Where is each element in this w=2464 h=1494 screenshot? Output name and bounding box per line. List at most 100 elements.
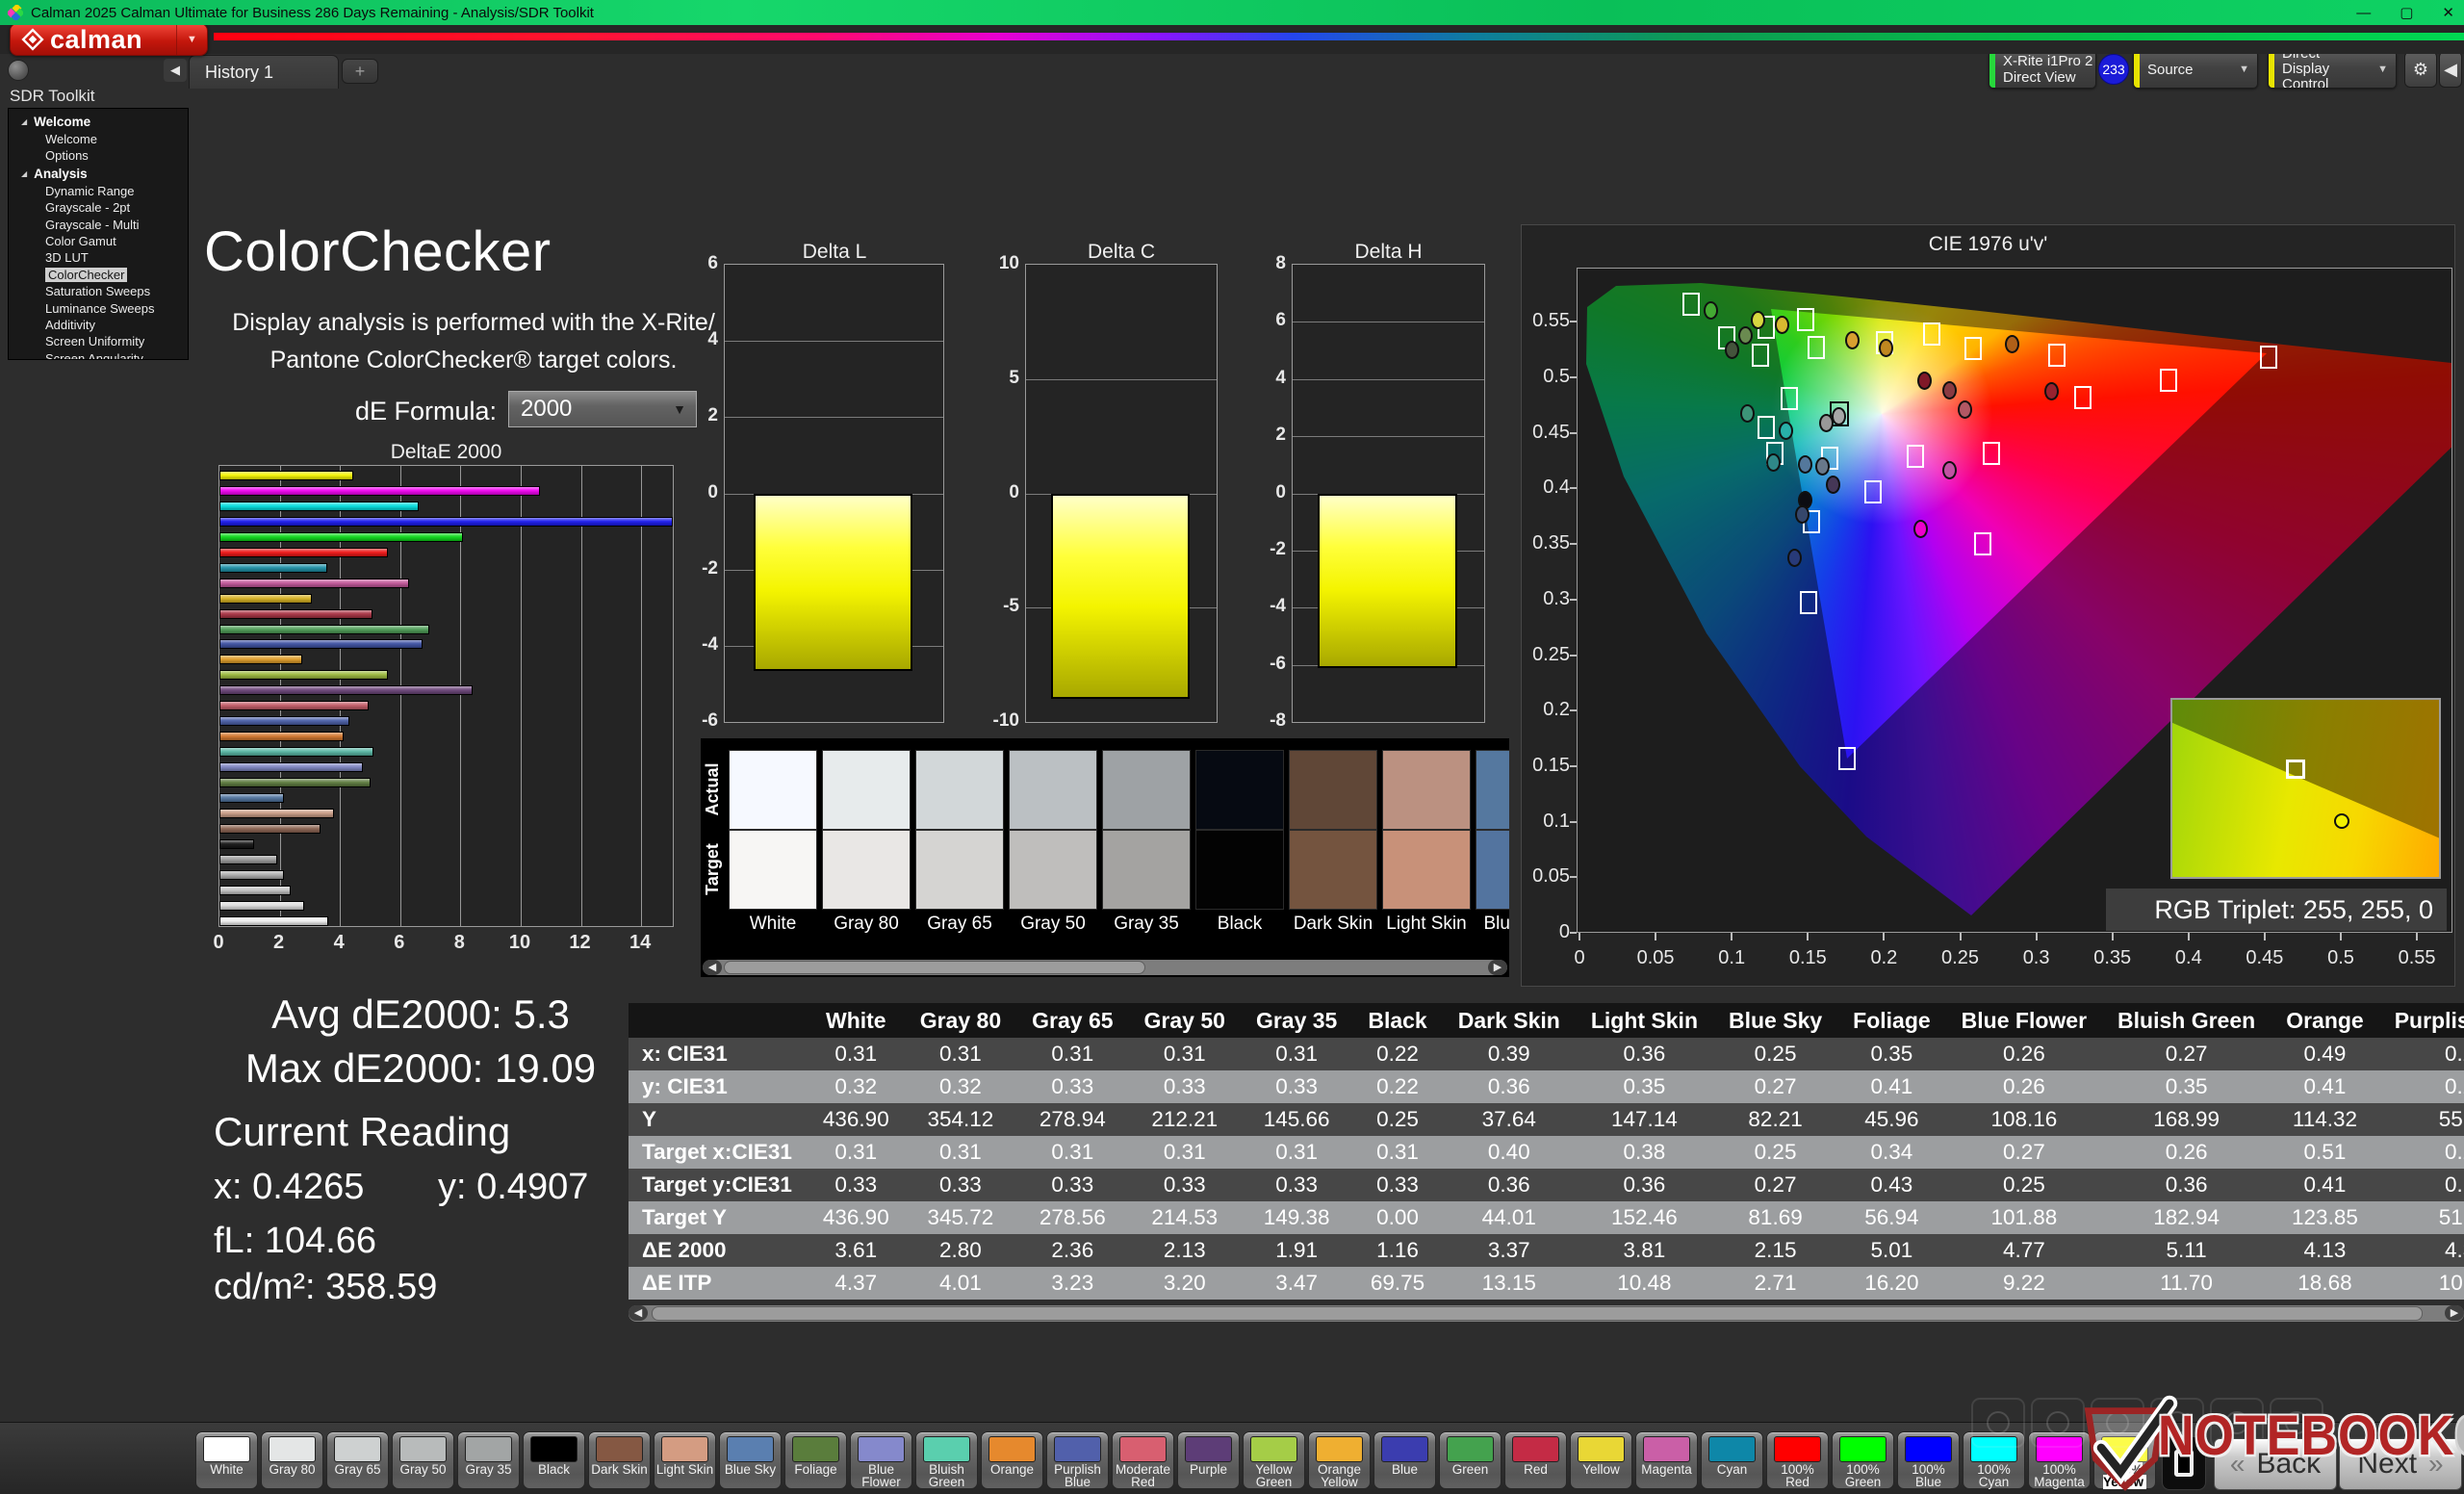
table-cell: 0.31	[939, 1140, 982, 1164]
sidebar-item-additivity[interactable]: Additivity	[9, 317, 188, 333]
scroll-right-icon[interactable]: ▶	[2445, 1305, 2464, 1321]
patch-yellow[interactable]: Yellow	[1570, 1431, 1632, 1489]
deltae-bar-light-skin	[219, 808, 335, 818]
sidebar-item-color-gamut[interactable]: Color Gamut	[9, 233, 188, 249]
display-control-dropdown[interactable]: Direct Display Control ▼	[2268, 50, 2397, 89]
current-y-value: y: 0.4907	[438, 1167, 589, 1207]
panel-collapse-icon[interactable]: ◀	[2439, 51, 2462, 88]
sidebar-item-dynamic-range[interactable]: Dynamic Range	[9, 183, 188, 199]
table-cell: 0.31	[1163, 1042, 1206, 1066]
patch-label: Foliage	[794, 1462, 837, 1477]
patch-yellow-green[interactable]: Yellow Green	[1243, 1431, 1305, 1489]
patch-magenta[interactable]: Magenta	[1635, 1431, 1698, 1489]
table-cell: 0.31	[1275, 1140, 1319, 1164]
tick	[1570, 431, 1577, 434]
table-scroll-thumb[interactable]	[652, 1306, 2423, 1321]
back-button[interactable]: « Back	[2214, 1438, 2337, 1490]
close-icon[interactable]: ✕	[2442, 4, 2454, 21]
deltae-bar-white	[219, 915, 328, 926]
pattern-window-button[interactable]	[2162, 1436, 2206, 1490]
meter-dropdown[interactable]: X-Rite i1Pro 2Direct View ▼	[1989, 50, 2096, 89]
scroll-right-icon[interactable]: ▶	[1488, 960, 1507, 975]
cie-target-marker	[2159, 369, 2177, 393]
patch-purplish-blue[interactable]: Purplish Blue	[1046, 1431, 1109, 1489]
patch-black[interactable]: Black	[523, 1431, 585, 1489]
tick	[1807, 933, 1810, 940]
patch-swatch	[1512, 1436, 1559, 1462]
de-formula-select[interactable]: 2000 ▼	[508, 391, 697, 427]
patch-cyan[interactable]: Cyan	[1701, 1431, 1763, 1489]
sidebar-item-colorchecker[interactable]: ColorChecker	[9, 267, 188, 283]
patch-gray-50[interactable]: Gray 50	[392, 1431, 454, 1489]
compare-scroll-thumb[interactable]	[724, 961, 1145, 974]
scroll-left-icon[interactable]: ◀	[703, 960, 722, 975]
sidebar-item-saturation-sweeps[interactable]: Saturation Sweeps	[9, 283, 188, 299]
patch-gray-80[interactable]: Gray 80	[261, 1431, 323, 1489]
patch-blue[interactable]: Blue	[1373, 1431, 1436, 1489]
table-cell: 0.21	[2444, 1074, 2464, 1098]
patch-dark-skin[interactable]: Dark Skin	[588, 1431, 651, 1489]
tree-group-analysis[interactable]: ◢ Analysis	[9, 165, 188, 183]
table-cell: 0.35	[2165, 1074, 2208, 1098]
expander-icon[interactable]: ◢	[21, 169, 27, 178]
sidebar-item-3d-lut[interactable]: 3D LUT	[9, 249, 188, 266]
patch-light-skin[interactable]: Light Skin	[654, 1431, 716, 1489]
sidebar-item-welcome[interactable]: Welcome	[9, 131, 188, 147]
y-tick-label: -6	[702, 710, 718, 731]
patch-moderate-red[interactable]: Moderate Red	[1112, 1431, 1174, 1489]
layout-toggle-button[interactable]	[8, 60, 29, 81]
maximize-icon[interactable]: ▢	[2400, 4, 2413, 21]
expander-icon[interactable]: ◢	[21, 117, 27, 126]
patch-white[interactable]: White	[195, 1431, 258, 1489]
tree-group-welcome[interactable]: ◢ Welcome	[9, 113, 188, 131]
table-scrollbar[interactable]: ◀ ▶	[629, 1305, 2464, 1322]
patch-100-red[interactable]: 100% Red	[1766, 1431, 1829, 1489]
patch-label: 100% Yellow	[2094, 1462, 2155, 1489]
calman-menu-button[interactable]: calman ▼	[10, 23, 208, 56]
patch-100-green[interactable]: 100% Green	[1832, 1431, 1894, 1489]
sidebar-item-grayscale-2pt[interactable]: Grayscale - 2pt	[9, 199, 188, 216]
minimize-icon[interactable]: —	[2356, 5, 2371, 21]
tab-history-1[interactable]: History 1	[189, 55, 339, 89]
patch-orange-yellow[interactable]: Orange Yellow	[1308, 1431, 1371, 1489]
patch-gray-35[interactable]: Gray 35	[457, 1431, 520, 1489]
patch-swatch	[1839, 1436, 1886, 1462]
sidebar-item-screen-uniformity[interactable]: Screen Uniformity	[9, 333, 188, 349]
title-bar[interactable]: Calman 2025 Calman Ultimate for Business…	[0, 0, 2464, 25]
patch-green[interactable]: Green	[1439, 1431, 1502, 1489]
scroll-left-icon[interactable]: ◀	[629, 1305, 648, 1321]
patch-bluish-green[interactable]: Bluish Green	[915, 1431, 978, 1489]
y-tick-label: 8	[1275, 253, 1286, 273]
add-tab-button[interactable]: +	[342, 59, 378, 84]
sidebar-item-grayscale-multi[interactable]: Grayscale - Multi	[9, 217, 188, 233]
patch-foliage[interactable]: Foliage	[784, 1431, 847, 1489]
calman-menu-caret-icon[interactable]: ▼	[176, 24, 207, 55]
patch-blue-sky[interactable]: Blue Sky	[719, 1431, 782, 1489]
row-label: Target y:CIE31	[642, 1172, 792, 1197]
y-tick-label: 0	[1275, 481, 1286, 502]
settings-gear-icon[interactable]: ⚙	[2404, 51, 2437, 88]
patch-blue-flower[interactable]: Blue Flower	[850, 1431, 912, 1489]
sidebar-item-luminance-sweeps[interactable]: Luminance Sweeps	[9, 300, 188, 317]
table-cell: 0.25	[1376, 1107, 1419, 1131]
sidebar-collapse-icon[interactable]: ◀	[164, 59, 187, 82]
rainbow-gradient-stripe	[214, 33, 2464, 40]
patch-red[interactable]: Red	[1504, 1431, 1567, 1489]
source-dropdown[interactable]: Source ▼	[2133, 50, 2258, 89]
patch-orange[interactable]: Orange	[981, 1431, 1043, 1489]
patch-label: Blue Flower	[861, 1462, 901, 1489]
patch-gray-65[interactable]: Gray 65	[326, 1431, 389, 1489]
deltae-bar-100-blue	[219, 516, 673, 527]
gridline	[580, 466, 582, 926]
actual-swatch	[1382, 750, 1471, 830]
sidebar-item-screen-angularity[interactable]: Screen Angularity	[9, 350, 188, 359]
patch-100-blue[interactable]: 100% Blue	[1897, 1431, 1960, 1489]
patch-swatch	[334, 1436, 381, 1462]
sidebar-item-options[interactable]: Options	[9, 147, 188, 164]
next-button[interactable]: Next »	[2339, 1438, 2462, 1490]
patch-purple[interactable]: Purple	[1177, 1431, 1240, 1489]
target-label: Target	[703, 843, 722, 895]
ghost-button	[2091, 1398, 2144, 1448]
compare-scrollbar[interactable]: ◀ ▶	[703, 960, 1507, 975]
gridline	[725, 417, 943, 419]
